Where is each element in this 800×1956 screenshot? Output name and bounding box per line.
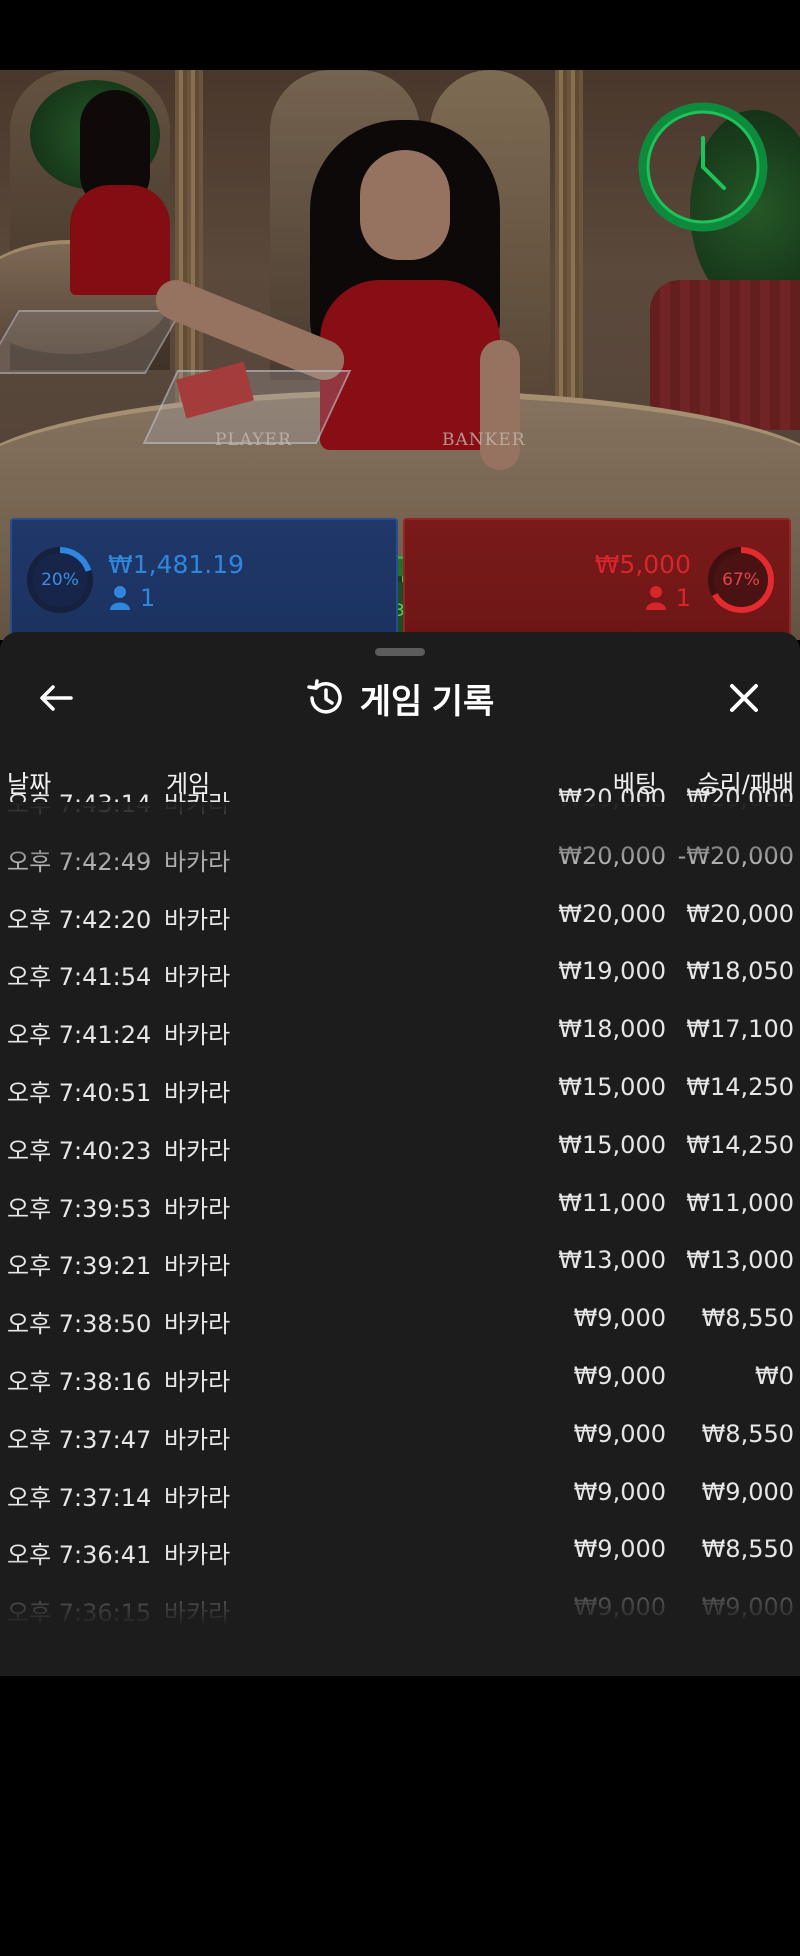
back-button[interactable] — [30, 672, 82, 724]
row-result: ₩9,000 — [701, 1477, 794, 1506]
row-bet: ₩15,000 — [558, 1130, 666, 1159]
history-row[interactable]: 오후 7:37:47 바카라 ₩9,000 ₩8,550 — [0, 1406, 800, 1464]
row-game: 바카라 — [164, 1252, 231, 1281]
history-row[interactable]: 오후 7:38:50 바카라 ₩9,000 ₩8,550 — [0, 1290, 800, 1348]
row-bet: ₩9,000 — [573, 1419, 666, 1448]
row-bet: ₩20,000 — [558, 784, 666, 812]
row-bet: ₩13,000 — [558, 1246, 666, 1275]
history-row[interactable]: 오후 7:40:23 바카라 ₩15,000 ₩14,250 — [0, 1117, 800, 1175]
player-bet-amount: ₩1,481.19 — [108, 550, 245, 579]
banker-bet-amount: ₩5,000 — [594, 550, 691, 579]
close-icon — [730, 684, 758, 712]
sheet-drag-handle[interactable] — [375, 648, 425, 656]
row-game: 바카라 — [164, 1194, 231, 1223]
row-bet: ₩20,000 — [558, 899, 666, 928]
row-time: 오후 7:41:24 — [7, 1021, 152, 1050]
history-row[interactable]: 오후 7:41:24 바카라 ₩18,000 ₩17,100 — [0, 1001, 800, 1059]
player-count: 1 — [140, 584, 156, 612]
row-game: 바카라 — [164, 1425, 231, 1454]
clock-icon — [638, 102, 768, 232]
sheet-title: 게임 기록 — [359, 682, 495, 721]
row-game: 바카라 — [164, 905, 231, 934]
game-history-sheet: 게임 기록 날짜 게임 베팅 승리/패배 오후 7:43:14 바카라 ₩20,00… — [0, 632, 800, 1676]
row-bet: ₩9,000 — [573, 1362, 666, 1390]
person-icon — [645, 586, 666, 610]
row-result: ₩20,000 — [686, 784, 794, 812]
row-time: 오후 7:43:14 — [7, 790, 152, 818]
banker-count: 1 — [675, 584, 691, 612]
row-time: 오후 7:38:50 — [7, 1310, 152, 1339]
row-bet: ₩18,000 — [558, 1015, 666, 1044]
row-time: 오후 7:40:23 — [7, 1136, 152, 1165]
history-row[interactable]: 오후 7:36:41 바카라 ₩9,000 ₩8,550 — [0, 1521, 800, 1579]
row-bet: ₩15,000 — [558, 1073, 666, 1101]
row-bet: ₩9,000 — [573, 1593, 666, 1622]
history-row[interactable]: 오후 7:43:14 바카라 ₩20,000 ₩20,000 — [0, 770, 800, 828]
row-game: 바카라 — [164, 1079, 231, 1107]
history-row[interactable]: 오후 7:37:14 바카라 ₩9,000 ₩9,000 — [0, 1464, 800, 1522]
history-row[interactable]: 오후 7:39:53 바카라 ₩11,000 ₩11,000 — [0, 1175, 800, 1233]
row-time: 오후 7:37:14 — [7, 1483, 152, 1512]
player-percent: 20% — [41, 570, 79, 590]
row-result: ₩8,550 — [701, 1419, 794, 1448]
row-result: ₩14,250 — [686, 1073, 794, 1101]
row-time: 오후 7:36:15 — [7, 1599, 152, 1628]
row-bet: ₩9,000 — [573, 1535, 666, 1564]
row-result: ₩8,550 — [701, 1535, 794, 1564]
row-time: 오후 7:37:47 — [7, 1425, 152, 1454]
history-list[interactable]: 오후 7:43:14 바카라 ₩20,000 ₩20,000 오후 7:42:49 바카라… — [0, 784, 800, 1627]
history-row[interactable]: 오후 7:36:15 바카라 ₩9,000 ₩9,000 — [0, 1579, 800, 1637]
row-game: 바카라 — [164, 1483, 231, 1512]
row-bet: ₩20,000 — [558, 841, 666, 870]
row-game: 바카라 — [164, 1021, 231, 1050]
row-time: 오후 7:41:54 — [7, 963, 152, 992]
row-game: 바카라 — [164, 1136, 231, 1165]
player-bet-area[interactable]: 20% ₩1,481.19 1 — [10, 518, 398, 644]
row-bet: ₩9,000 — [573, 1304, 666, 1333]
history-row[interactable]: 오후 7:38:16 바카라 ₩9,000 ₩0 — [0, 1348, 800, 1406]
row-result: ₩11,000 — [686, 1188, 794, 1217]
row-time: 오후 7:39:21 — [7, 1252, 152, 1281]
row-bet: ₩11,000 — [558, 1188, 666, 1217]
row-time: 오후 7:40:51 — [7, 1079, 152, 1107]
row-bet: ₩9,000 — [573, 1477, 666, 1506]
row-time: 오후 7:42:20 — [7, 905, 152, 934]
history-row[interactable]: 오후 7:42:20 바카라 ₩20,000 ₩20,000 — [0, 886, 800, 944]
row-result: ₩18,050 — [686, 957, 794, 986]
row-game: 바카라 — [164, 847, 231, 876]
row-game: 바카라 — [164, 790, 231, 818]
close-button[interactable] — [718, 672, 770, 724]
row-result: ₩0 — [755, 1362, 794, 1390]
row-time: 오후 7:36:41 — [7, 1541, 152, 1570]
row-time: 오후 7:38:16 — [7, 1368, 152, 1396]
arrow-left-icon — [40, 685, 73, 711]
banker-percent: 67% — [722, 570, 760, 590]
row-game: 바카라 — [164, 1599, 231, 1628]
row-game: 바카라 — [164, 1541, 231, 1570]
row-result: ₩17,100 — [686, 1015, 794, 1044]
row-result: ₩20,000 — [686, 899, 794, 928]
row-game: 바카라 — [164, 963, 231, 992]
person-icon — [110, 586, 130, 610]
history-row[interactable]: 오후 7:39:21 바카라 ₩13,000 ₩13,000 — [0, 1232, 800, 1290]
row-game: 바카라 — [164, 1310, 231, 1339]
row-time: 오후 7:39:53 — [7, 1194, 152, 1223]
row-game: 바카라 — [164, 1368, 231, 1396]
history-clock-icon — [306, 679, 342, 714]
banker-bet-area[interactable]: ₩5,000 1 67% — [403, 518, 791, 644]
row-result: ₩9,000 — [701, 1593, 794, 1622]
row-result: ₩13,000 — [686, 1246, 794, 1275]
row-result: ₩14,250 — [686, 1130, 794, 1159]
row-result: -₩20,000 — [677, 841, 794, 870]
row-result: ₩8,550 — [701, 1304, 794, 1333]
history-row[interactable]: 오후 7:41:54 바카라 ₩19,000 ₩18,050 — [0, 943, 800, 1001]
history-row[interactable]: 오후 7:40:51 바카라 ₩15,000 ₩14,250 — [0, 1059, 800, 1117]
history-row[interactable]: 오후 7:42:49 바카라 ₩20,000 -₩20,000 — [0, 828, 800, 886]
row-bet: ₩19,000 — [558, 957, 666, 986]
row-time: 오후 7:42:49 — [7, 847, 152, 876]
